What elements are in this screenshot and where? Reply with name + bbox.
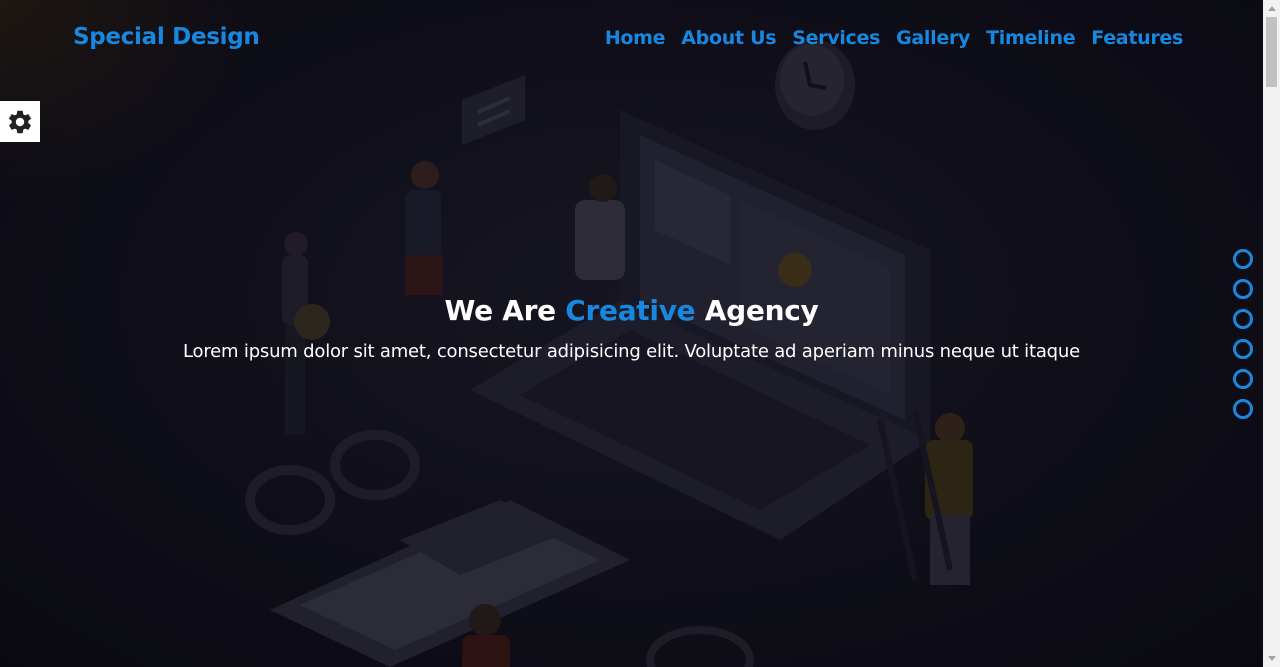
nav-item-features[interactable]: Features bbox=[1091, 27, 1183, 49]
nav-item-gallery[interactable]: Gallery bbox=[896, 27, 970, 49]
section-bullets bbox=[1233, 249, 1253, 419]
scrollbar-thumb[interactable] bbox=[1266, 17, 1277, 87]
nav-item-services[interactable]: Services bbox=[792, 27, 880, 49]
gear-icon bbox=[9, 110, 31, 133]
vertical-scrollbar[interactable] bbox=[1263, 0, 1280, 667]
hero-section: We Are Creative Agency Lorem ipsum dolor… bbox=[0, 294, 1263, 362]
hero-title: We Are Creative Agency bbox=[0, 294, 1263, 327]
scroll-up-arrow-icon[interactable] bbox=[1263, 0, 1280, 17]
scroll-down-arrow-icon[interactable] bbox=[1263, 650, 1280, 667]
hero-title-accent: Creative bbox=[565, 294, 696, 327]
bullet-nav-item[interactable] bbox=[1233, 369, 1253, 389]
hero-subtitle: Lorem ipsum dolor sit amet, consectetur … bbox=[183, 341, 1080, 362]
hero-title-after: Agency bbox=[704, 294, 819, 327]
nav-item-timeline[interactable]: Timeline bbox=[986, 27, 1076, 49]
settings-toggle-button[interactable] bbox=[0, 101, 40, 142]
main-nav: Home About Us Services Gallery Timeline … bbox=[605, 27, 1183, 49]
bullet-nav-item[interactable] bbox=[1233, 249, 1253, 269]
nav-item-about-us[interactable]: About Us bbox=[681, 27, 776, 49]
hero-title-before: We Are bbox=[444, 294, 557, 327]
bullet-nav-item[interactable] bbox=[1233, 279, 1253, 299]
bullet-nav-item[interactable] bbox=[1233, 309, 1253, 329]
bullet-nav-item[interactable] bbox=[1233, 399, 1253, 419]
landing-page: Special Design Home About Us Services Ga… bbox=[0, 0, 1263, 667]
nav-item-home[interactable]: Home bbox=[605, 27, 666, 49]
brand-logo[interactable]: Special Design bbox=[73, 24, 260, 50]
bullet-nav-item[interactable] bbox=[1233, 339, 1253, 359]
